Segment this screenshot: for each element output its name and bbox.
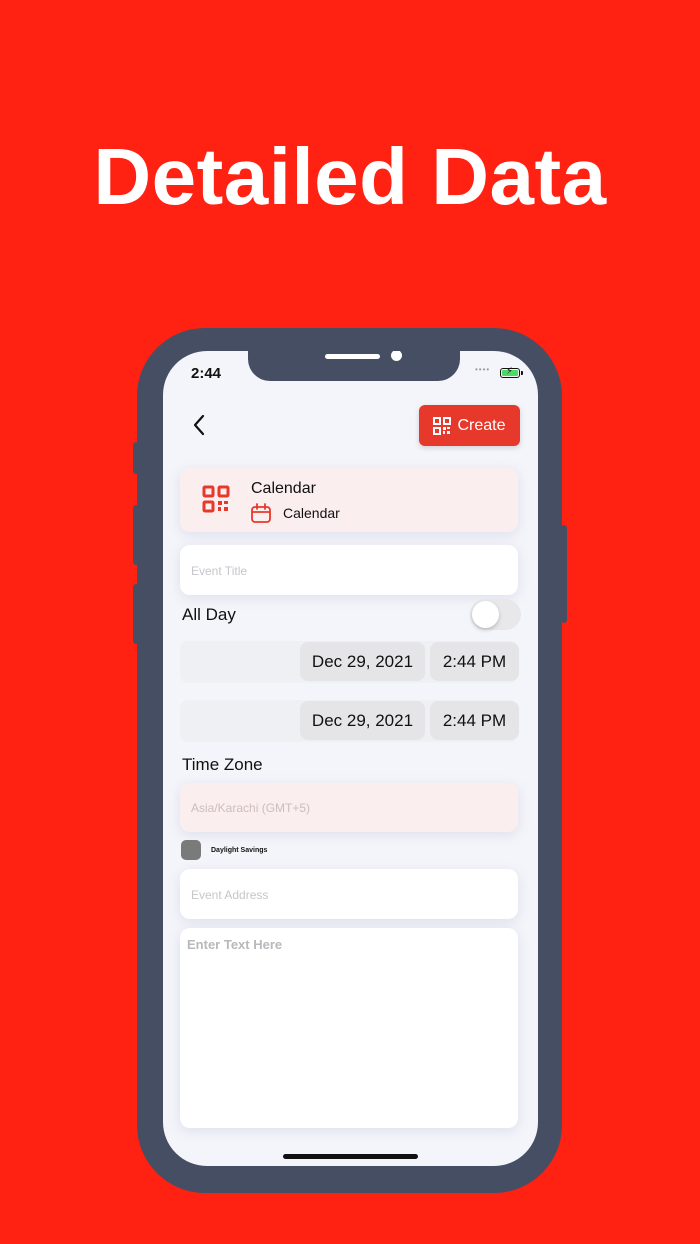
back-button[interactable]: [189, 413, 211, 437]
home-indicator: [283, 1154, 418, 1159]
notes-textarea[interactable]: Enter Text Here: [180, 928, 518, 1128]
daylight-savings-checkbox[interactable]: [181, 840, 201, 860]
phone-volume-up: [133, 505, 139, 565]
end-time-button[interactable]: 2:44 PM: [430, 701, 519, 740]
qr-code-icon: [202, 485, 230, 513]
speaker: [325, 354, 380, 359]
calendar-icon: [251, 503, 271, 523]
end-date-button[interactable]: Dec 29, 2021: [300, 701, 425, 740]
status-time: 2:44: [191, 365, 222, 382]
create-button[interactable]: Create: [419, 405, 520, 446]
code-type-title: Calendar: [251, 480, 316, 497]
front-camera: [391, 351, 402, 361]
event-title-placeholder: Event Title: [191, 564, 248, 578]
all-day-toggle[interactable]: [470, 599, 521, 630]
start-time-button[interactable]: 2:44 PM: [430, 642, 519, 681]
phone-volume-down: [133, 584, 139, 644]
time-zone-label: Time Zone: [182, 755, 263, 774]
phone-power-button: [561, 525, 567, 623]
code-type-card: Calendar Calendar: [180, 468, 518, 532]
event-address-field[interactable]: Event Address: [180, 869, 518, 919]
charging-bolt-icon: ⚡: [506, 366, 514, 377]
all-day-label: All Day: [182, 605, 236, 624]
code-type-subtitle: Calendar: [283, 505, 340, 521]
phone-silent-switch: [133, 442, 139, 474]
event-address-placeholder: Event Address: [191, 888, 269, 902]
daylight-savings-label: Daylight Savings: [211, 847, 268, 854]
headline: Detailed Data: [93, 132, 607, 221]
chevron-left-icon: [193, 414, 205, 436]
event-title-field[interactable]: Event Title: [180, 545, 518, 595]
notes-placeholder: Enter Text Here: [187, 937, 283, 952]
notch: [248, 351, 460, 381]
create-button-label: Create: [457, 416, 506, 434]
start-date-button[interactable]: Dec 29, 2021: [300, 642, 425, 681]
qr-code-icon: [433, 416, 452, 435]
toggle-knob: [472, 601, 499, 628]
signal-icon: ••••: [475, 365, 491, 374]
battery-cap: [521, 371, 523, 375]
phone-screen: 2:44 •••• ⚡ Create Calendar Calendar Eve…: [163, 351, 538, 1166]
time-zone-field[interactable]: Asia/Karachi (GMT+5): [180, 783, 518, 832]
battery-icon: ⚡: [500, 366, 520, 378]
time-zone-value: Asia/Karachi (GMT+5): [191, 801, 311, 815]
